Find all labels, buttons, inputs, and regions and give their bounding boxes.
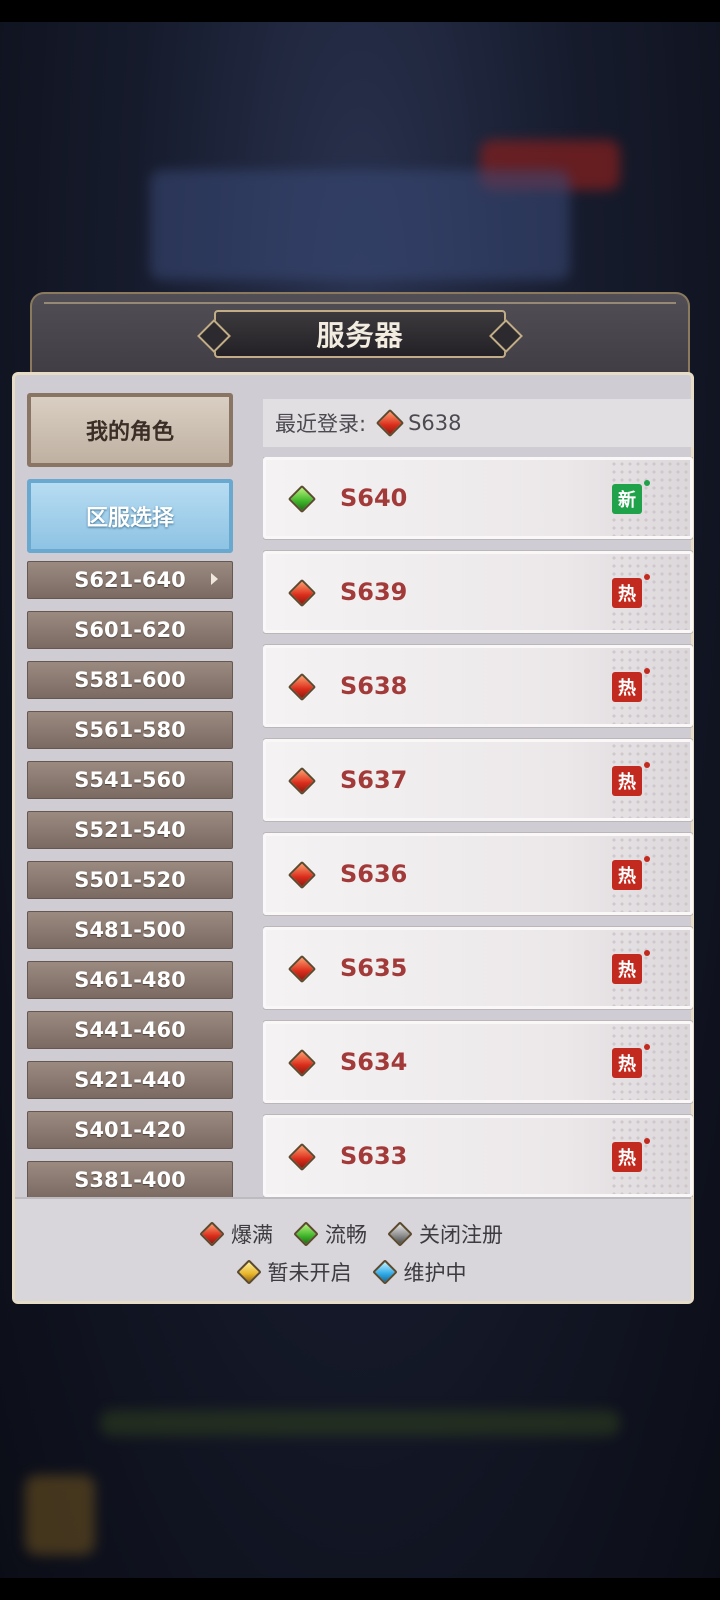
legend-closed-registration-label: 关闭注册 bbox=[419, 1223, 503, 1247]
server-row[interactable]: S639 热 bbox=[263, 551, 693, 633]
recent-login-server: S638 bbox=[408, 411, 462, 435]
server-row[interactable]: S636 热 bbox=[263, 833, 693, 915]
server-range-sidebar: 我的角色 区服选择 S621-640 S601-620 S581-600 S56… bbox=[27, 393, 241, 1199]
tab-server-select-label: 区服选择 bbox=[85, 506, 174, 531]
legend-full: 爆满 bbox=[199, 1219, 273, 1249]
server-name: S637 bbox=[340, 766, 408, 794]
tab-my-roles-label: 我的角色 bbox=[85, 420, 174, 445]
gem-red-icon bbox=[375, 408, 405, 438]
gem-blue-icon bbox=[371, 1259, 398, 1285]
range-item[interactable]: S421-440 bbox=[27, 1061, 233, 1099]
legend-maintenance-label: 维护中 bbox=[403, 1261, 467, 1285]
gem-yellow-icon bbox=[235, 1259, 262, 1285]
server-row[interactable]: S634 热 bbox=[263, 1021, 693, 1103]
range-label: S541-560 bbox=[74, 768, 186, 792]
range-item[interactable]: S601-620 bbox=[27, 611, 233, 649]
gem-red-icon bbox=[287, 1048, 317, 1078]
recent-login-bar[interactable]: 最近登录: S638 bbox=[263, 399, 693, 447]
range-item[interactable]: S621-640 bbox=[27, 561, 233, 599]
status-legend: 爆满 流畅 关闭注册 暂未开启 维护中 bbox=[15, 1197, 691, 1301]
caret-right-icon bbox=[211, 573, 218, 585]
server-row[interactable]: S637 热 bbox=[263, 739, 693, 821]
gem-red-icon bbox=[287, 766, 317, 796]
gem-red-icon bbox=[287, 954, 317, 984]
server-name: S640 bbox=[340, 484, 408, 512]
range-item[interactable]: S481-500 bbox=[27, 911, 233, 949]
server-name: S636 bbox=[340, 860, 408, 888]
dialog-title: 服务器 bbox=[316, 319, 404, 352]
server-row[interactable]: S635 热 bbox=[263, 927, 693, 1009]
legend-smooth-label: 流畅 bbox=[325, 1223, 367, 1247]
gem-red-icon bbox=[199, 1221, 225, 1247]
tab-my-roles[interactable]: 我的角色 bbox=[27, 393, 233, 467]
server-row[interactable]: S633 热 bbox=[263, 1115, 693, 1197]
range-label: S421-440 bbox=[74, 1068, 186, 1092]
recent-login-label: 最近登录: bbox=[275, 412, 367, 436]
range-label: S501-520 bbox=[74, 868, 186, 892]
range-item[interactable]: S441-460 bbox=[27, 1011, 233, 1049]
range-label: S521-540 bbox=[74, 818, 186, 842]
background-blur-element bbox=[25, 1475, 95, 1555]
server-name: S638 bbox=[340, 672, 408, 700]
range-label: S601-620 bbox=[74, 618, 186, 642]
hot-badge: 热 bbox=[612, 574, 650, 608]
legend-not-open-label: 暂未开启 bbox=[267, 1261, 352, 1285]
dialog-title-plate: 服务器 bbox=[214, 310, 506, 358]
gem-red-icon bbox=[287, 578, 317, 608]
server-name: S634 bbox=[340, 1048, 408, 1076]
range-label: S381-400 bbox=[74, 1168, 186, 1192]
gem-green-icon bbox=[287, 484, 317, 514]
range-item[interactable]: S521-540 bbox=[27, 811, 233, 849]
range-label: S401-420 bbox=[74, 1118, 186, 1142]
range-item[interactable]: S401-420 bbox=[27, 1111, 233, 1149]
server-range-list: S621-640 S601-620 S581-600 S561-580 S541… bbox=[27, 561, 233, 1211]
gem-red-icon bbox=[287, 672, 317, 702]
legend-row: 爆满 流畅 关闭注册 bbox=[15, 1219, 691, 1249]
new-badge: 新 bbox=[612, 480, 650, 514]
background-game-logo bbox=[150, 170, 570, 280]
legend-full-label: 爆满 bbox=[231, 1223, 273, 1247]
server-name: S639 bbox=[340, 578, 408, 606]
background-blur-element bbox=[100, 1410, 620, 1436]
legend-closed-registration: 关闭注册 bbox=[387, 1219, 503, 1249]
navigation-bar bbox=[0, 1578, 720, 1600]
range-label: S561-580 bbox=[74, 718, 186, 742]
legend-maintenance: 维护中 bbox=[371, 1257, 467, 1287]
range-item[interactable]: S561-580 bbox=[27, 711, 233, 749]
gem-red-icon bbox=[287, 1142, 317, 1172]
range-item[interactable]: S461-480 bbox=[27, 961, 233, 999]
tab-server-select[interactable]: 区服选择 bbox=[27, 479, 233, 553]
server-list[interactable]: S640 新 S639 热 S638 热 S637 热 S636 热 S635 … bbox=[263, 457, 693, 1197]
server-name: S633 bbox=[340, 1142, 408, 1170]
server-row[interactable]: S638 热 bbox=[263, 645, 693, 727]
range-item[interactable]: S381-400 bbox=[27, 1161, 233, 1199]
range-label: S481-500 bbox=[74, 918, 186, 942]
range-label: S621-640 bbox=[74, 568, 186, 592]
status-bar bbox=[0, 0, 720, 22]
range-item[interactable]: S501-520 bbox=[27, 861, 233, 899]
legend-row: 暂未开启 维护中 bbox=[15, 1257, 691, 1287]
range-label: S581-600 bbox=[74, 668, 186, 692]
range-label: S441-460 bbox=[74, 1018, 186, 1042]
range-label: S461-480 bbox=[74, 968, 186, 992]
server-row[interactable]: S640 新 bbox=[263, 457, 693, 539]
server-name: S635 bbox=[340, 954, 408, 982]
legend-not-open: 暂未开启 bbox=[235, 1257, 352, 1287]
gem-green-icon bbox=[293, 1221, 319, 1247]
hot-badge: 热 bbox=[612, 1138, 650, 1172]
hot-badge: 热 bbox=[612, 856, 650, 890]
gem-red-icon bbox=[287, 860, 317, 890]
panel-body: 我的角色 区服选择 S621-640 S601-620 S581-600 S56… bbox=[27, 393, 693, 1199]
server-select-panel: 我的角色 区服选择 S621-640 S601-620 S581-600 S56… bbox=[12, 372, 694, 1304]
game-screen: 服务器 我的角色 区服选择 S621-640 S601-620 S581-600… bbox=[0, 0, 720, 1600]
range-item[interactable]: S581-600 bbox=[27, 661, 233, 699]
hot-badge: 热 bbox=[612, 668, 650, 702]
gem-gray-icon bbox=[387, 1221, 413, 1247]
hot-badge: 热 bbox=[612, 762, 650, 796]
range-item[interactable]: S541-560 bbox=[27, 761, 233, 799]
legend-smooth: 流畅 bbox=[293, 1219, 367, 1249]
hot-badge: 热 bbox=[612, 1044, 650, 1078]
server-list-area: 最近登录: S638 S640 新 S639 热 S638 热 S637 热 S… bbox=[263, 393, 693, 1197]
hot-badge: 热 bbox=[612, 950, 650, 984]
